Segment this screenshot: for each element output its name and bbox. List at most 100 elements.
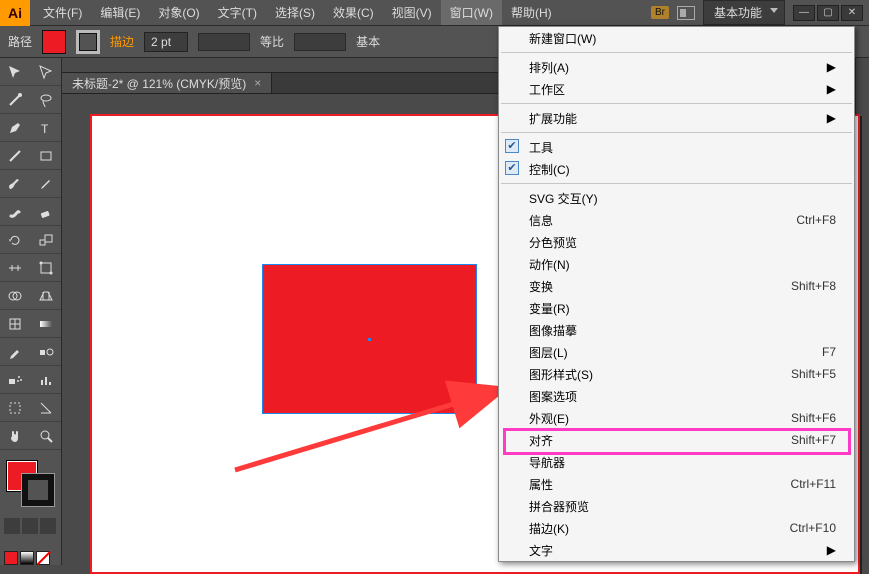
symbol-sprayer-tool-icon[interactable] (0, 366, 31, 394)
document-tab-title: 未标题-2* @ 121% (CMYK/预览) (72, 75, 246, 92)
menu-separations-preview[interactable]: 分色预览 (499, 231, 854, 253)
menu-file[interactable]: 文件(F) (34, 0, 91, 25)
selection-center-icon (368, 338, 371, 341)
menu-help[interactable]: 帮助(H) (502, 0, 561, 25)
menubar: Ai 文件(F) 编辑(E) 对象(O) 文字(T) 选择(S) 效果(C) 视… (0, 0, 869, 26)
menu-type-submenu[interactable]: 文字▶ (499, 539, 854, 561)
style-label-truncated: 基本 (356, 33, 380, 50)
menu-attributes[interactable]: 属性Ctrl+F11 (499, 473, 854, 495)
blend-tool-icon[interactable] (31, 338, 62, 366)
blob-brush-tool-icon[interactable] (0, 198, 31, 226)
menu-align[interactable]: 对齐Shift+F7 (499, 429, 854, 451)
submenu-arrow-icon: ▶ (827, 82, 836, 96)
submenu-arrow-icon: ▶ (827, 543, 836, 557)
submenu-arrow-icon: ▶ (827, 111, 836, 125)
menu-navigator[interactable]: 导航器 (499, 451, 854, 473)
menu-separator (501, 103, 852, 104)
zoom-tool-icon[interactable] (31, 422, 62, 450)
menu-layers[interactable]: 图层(L)F7 (499, 341, 854, 363)
menu-separator (501, 183, 852, 184)
bridge-icon[interactable]: Br (651, 6, 669, 19)
window-menu-dropdown: 新建窗口(W) 排列(A)▶ 工作区▶ 扩展功能▶ ✔工具 ✔控制(C) SVG… (498, 26, 855, 562)
eyedropper-tool-icon[interactable] (0, 338, 31, 366)
free-transform-tool-icon[interactable] (31, 254, 62, 282)
eraser-tool-icon[interactable] (31, 198, 62, 226)
menu-separator (501, 52, 852, 53)
tools-panel: T (0, 58, 62, 565)
stroke-weight-field[interactable]: 2 pt (144, 32, 188, 52)
workspace-dropdown[interactable]: 基本功能 (703, 0, 785, 25)
brush-scale-label: 等比 (260, 33, 284, 50)
menu-extensions[interactable]: 扩展功能▶ (499, 107, 854, 129)
window-close-button[interactable]: ✕ (841, 5, 863, 21)
none-mode-icon[interactable] (36, 551, 50, 565)
menu-variables[interactable]: 变量(R) (499, 297, 854, 319)
stroke-profile-dropdown[interactable] (198, 33, 250, 51)
menu-transform[interactable]: 变换Shift+F8 (499, 275, 854, 297)
stroke-color-icon[interactable] (22, 474, 54, 506)
fill-swatch[interactable] (42, 30, 66, 54)
document-tab[interactable]: 未标题-2* @ 121% (CMYK/预览) × (62, 73, 272, 93)
menu-pattern-options[interactable]: 图案选项 (499, 385, 854, 407)
app-logo: Ai (0, 0, 30, 26)
hand-tool-icon[interactable] (0, 422, 31, 450)
gradient-mode-icon[interactable] (20, 551, 34, 565)
rectangle-tool-icon[interactable] (31, 142, 62, 170)
line-tool-icon[interactable] (0, 142, 31, 170)
draw-inside-icon[interactable] (40, 518, 56, 534)
rotate-tool-icon[interactable] (0, 226, 31, 254)
slice-tool-icon[interactable] (31, 394, 62, 422)
menu-image-trace[interactable]: 图像描摹 (499, 319, 854, 341)
draw-behind-icon[interactable] (22, 518, 38, 534)
lasso-tool-icon[interactable] (31, 86, 62, 114)
close-tab-icon[interactable]: × (254, 76, 261, 90)
menu-svg-interact[interactable]: SVG 交互(Y) (499, 187, 854, 209)
menu-select[interactable]: 选择(S) (266, 0, 324, 25)
shape-builder-tool-icon[interactable] (0, 282, 31, 310)
menu-separator (501, 132, 852, 133)
menu-type[interactable]: 文字(T) (209, 0, 266, 25)
stroke-label[interactable]: 描边 (110, 33, 134, 50)
check-icon: ✔ (505, 139, 519, 153)
width-tool-icon[interactable] (0, 254, 31, 282)
fill-stroke-controls[interactable] (0, 456, 61, 516)
perspective-grid-tool-icon[interactable] (31, 282, 62, 310)
artboard-tool-icon[interactable] (0, 394, 31, 422)
menu-workspace[interactable]: 工作区▶ (499, 78, 854, 100)
menu-effect[interactable]: 效果(C) (324, 0, 383, 25)
mesh-tool-icon[interactable] (0, 310, 31, 338)
direct-selection-tool-icon[interactable] (31, 58, 62, 86)
menu-arrange[interactable]: 排列(A)▶ (499, 56, 854, 78)
menu-object[interactable]: 对象(O) (149, 0, 208, 25)
arrange-documents-icon[interactable] (677, 6, 695, 20)
pencil-tool-icon[interactable] (31, 170, 62, 198)
selection-tool-icon[interactable] (0, 58, 31, 86)
menu-flattener-preview[interactable]: 拼合器预览 (499, 495, 854, 517)
menu-info[interactable]: 信息Ctrl+F8 (499, 209, 854, 231)
brush-definition-dropdown[interactable] (294, 33, 346, 51)
submenu-arrow-icon: ▶ (827, 60, 836, 74)
selection-type-label: 路径 (8, 33, 32, 50)
menu-edit[interactable]: 编辑(E) (91, 0, 149, 25)
menu-new-window[interactable]: 新建窗口(W) (499, 27, 854, 49)
magic-wand-tool-icon[interactable] (0, 86, 31, 114)
menu-stroke[interactable]: 描边(K)Ctrl+F10 (499, 517, 854, 539)
gradient-tool-icon[interactable] (31, 310, 62, 338)
window-minimize-button[interactable]: — (793, 5, 815, 21)
menu-tools[interactable]: ✔工具 (499, 136, 854, 158)
menu-graphic-styles[interactable]: 图形样式(S)Shift+F5 (499, 363, 854, 385)
menu-appearance[interactable]: 外观(E)Shift+F6 (499, 407, 854, 429)
window-maximize-button[interactable]: ▢ (817, 5, 839, 21)
pen-tool-icon[interactable] (0, 114, 31, 142)
paintbrush-tool-icon[interactable] (0, 170, 31, 198)
type-tool-icon[interactable]: T (31, 114, 62, 142)
menu-actions[interactable]: 动作(N) (499, 253, 854, 275)
column-graph-tool-icon[interactable] (31, 366, 62, 394)
draw-normal-icon[interactable] (4, 518, 20, 534)
menu-view[interactable]: 视图(V) (383, 0, 441, 25)
scale-tool-icon[interactable] (31, 226, 62, 254)
menu-window[interactable]: 窗口(W) (441, 0, 502, 25)
menu-control[interactable]: ✔控制(C) (499, 158, 854, 180)
stroke-swatch[interactable] (76, 30, 100, 54)
color-mode-icon[interactable] (4, 551, 18, 565)
